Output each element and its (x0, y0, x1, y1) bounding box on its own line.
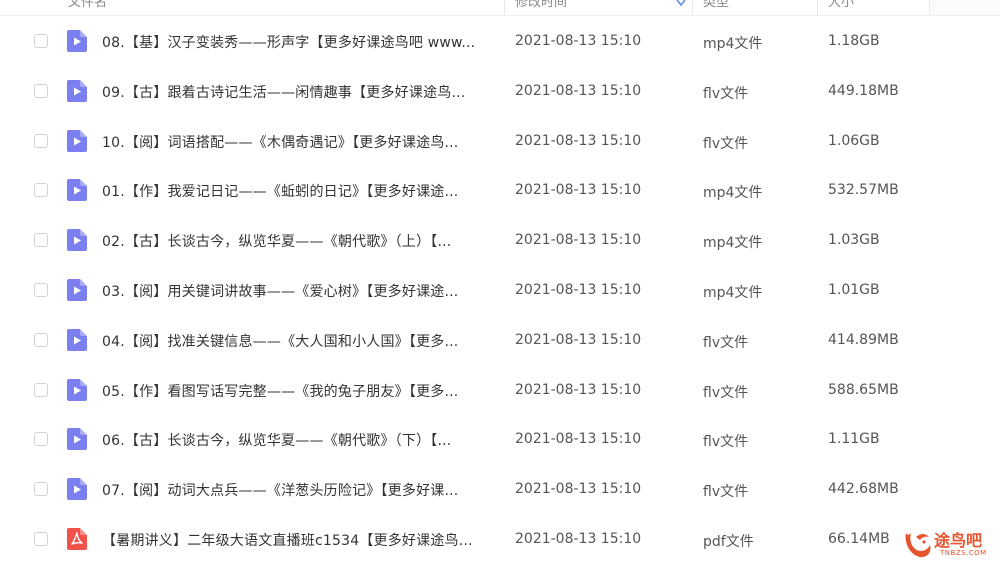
file-size: 442.68MB (828, 481, 899, 498)
row-checkbox[interactable] (34, 233, 48, 248)
header-right-fill (930, 0, 1000, 15)
file-size: 1.03GB (828, 232, 880, 249)
file-modified-time: 2021-08-13 15:10 (515, 331, 642, 348)
file-type: flv文件 (703, 334, 749, 351)
file-type: mp4文件 (703, 36, 763, 52)
row-checkbox[interactable] (34, 382, 48, 397)
row-checkbox[interactable] (34, 133, 48, 148)
file-size: 449.18MB (828, 82, 899, 99)
column-separator (692, 0, 693, 15)
table-row[interactable]: 06.【古】长谈古今，纵览华夏——《朝代歌》（下）【... 2021-08-13 … (0, 415, 1000, 465)
row-checkbox[interactable] (34, 83, 48, 98)
file-list-header: 文件名 修改时间 类型 大小 (0, 0, 1000, 16)
file-name[interactable]: 04.【阅】找准关键信息——《大人国和小人国》【更多... (102, 331, 492, 351)
file-modified-time: 2021-08-13 15:10 (515, 232, 642, 249)
file-list: 08.【基】汉子变装秀——形声字【更多好课途鸟吧 www... 2021-08-1… (0, 17, 1000, 565)
file-name[interactable]: 06.【古】长谈古今，纵览华夏——《朝代歌》（下）【... (102, 430, 492, 450)
file-type: pdf文件 (703, 533, 754, 550)
video-file-icon (67, 30, 87, 52)
file-type: mp4文件 (703, 185, 763, 202)
file-name[interactable]: 01.【作】我爱记日记——《蚯蚓的日记》【更多好课途... (102, 181, 492, 201)
table-row[interactable]: 01.【作】我爱记日记——《蚯蚓的日记》【更多好课途... 2021-08-13 … (0, 166, 1000, 216)
watermark-subtext: TNBZS.COM (940, 549, 987, 557)
table-row[interactable]: 03.【阅】用关键词讲故事——《爱心树》【更多好课途... 2021-08-13 … (0, 266, 1000, 316)
file-modified-time: 2021-08-13 15:10 (515, 530, 642, 547)
file-modified-time: 2021-08-13 15:10 (515, 132, 642, 149)
file-size: 414.89MB (828, 331, 899, 348)
file-name[interactable]: 【暑期讲义】二年级大语文直播班c1534【更多好课途鸟... (102, 530, 492, 550)
file-size: 1.11GB (828, 431, 880, 448)
file-name[interactable]: 03.【阅】用关键词讲故事——《爱心树》【更多好课途... (102, 281, 492, 301)
row-checkbox[interactable] (34, 531, 48, 546)
file-type: flv文件 (703, 85, 749, 102)
file-modified-time: 2021-08-13 15:10 (515, 82, 642, 99)
video-file-icon (67, 428, 87, 451)
video-file-icon (67, 378, 87, 401)
watermark-text: 途鸟吧 (934, 531, 983, 550)
video-file-icon (67, 79, 87, 102)
file-modified-time: 2021-08-13 15:10 (515, 281, 642, 298)
file-size: 66.14MB (828, 530, 890, 547)
column-separator (817, 0, 818, 15)
column-header-type[interactable]: 类型 (703, 0, 729, 10)
file-type: flv文件 (703, 384, 749, 401)
video-file-icon (67, 328, 87, 351)
row-checkbox[interactable] (34, 482, 48, 497)
file-size: 1.06GB (828, 132, 880, 149)
table-row[interactable]: 05.【作】看图写话写完整——《我的兔子朋友》【更多... 2021-08-13 … (0, 366, 1000, 416)
file-type: mp4文件 (703, 235, 763, 252)
column-separator (504, 0, 505, 15)
file-modified-time: 2021-08-13 15:10 (515, 431, 642, 448)
table-row[interactable]: 02.【古】长谈古今，纵览华夏——《朝代歌》（上）【... 2021-08-13 … (0, 216, 1000, 266)
sort-down-icon[interactable] (676, 0, 686, 8)
file-size: 532.57MB (828, 182, 899, 199)
row-checkbox[interactable] (34, 282, 48, 297)
file-type: flv文件 (703, 484, 749, 501)
pdf-file-icon (67, 527, 87, 550)
video-file-icon (67, 129, 87, 152)
column-header-size[interactable]: 大小 (828, 0, 854, 10)
column-header-name[interactable]: 文件名 (68, 0, 107, 10)
column-header-time[interactable]: 修改时间 (515, 0, 567, 10)
row-checkbox[interactable] (34, 183, 48, 198)
row-checkbox[interactable] (34, 432, 48, 447)
file-name[interactable]: 02.【古】长谈古今，纵览华夏——《朝代歌》（上）【... (102, 231, 492, 251)
row-checkbox[interactable] (34, 34, 48, 48)
file-name[interactable]: 08.【基】汉子变装秀——形声字【更多好课途鸟吧 www... (102, 32, 492, 52)
file-type: flv文件 (703, 135, 749, 152)
file-name[interactable]: 09.【古】跟着古诗记生活——闲情趣事【更多好课途鸟... (102, 82, 492, 102)
site-watermark: 途鸟吧 TNBZS.COM (902, 525, 994, 565)
file-modified-time: 2021-08-13 15:10 (515, 481, 642, 498)
table-row[interactable]: 09.【古】跟着古诗记生活——闲情趣事【更多好课途鸟... 2021-08-13 … (0, 67, 1000, 117)
table-row[interactable]: 07.【阅】动词大点兵——《洋葱头历险记》【更多好课... 2021-08-13 … (0, 465, 1000, 515)
file-name[interactable]: 07.【阅】动词大点兵——《洋葱头历险记》【更多好课... (102, 480, 492, 500)
table-row[interactable]: 【暑期讲义】二年级大语文直播班c1534【更多好课途鸟... 2021-08-13… (0, 515, 1000, 565)
file-type: flv文件 (703, 434, 749, 451)
table-row[interactable]: 10.【阅】词语搭配——《木偶奇遇记》【更多好课途鸟... 2021-08-13 … (0, 117, 1000, 167)
video-file-icon (67, 278, 87, 301)
video-file-icon (67, 229, 87, 252)
table-row[interactable]: 04.【阅】找准关键信息——《大人国和小人国》【更多... 2021-08-13 … (0, 316, 1000, 366)
file-size: 588.65MB (828, 381, 899, 398)
row-checkbox[interactable] (34, 332, 48, 347)
file-modified-time: 2021-08-13 15:10 (515, 381, 642, 398)
file-modified-time: 2021-08-13 15:10 (515, 182, 642, 199)
file-size: 1.18GB (828, 33, 880, 49)
bird-logo-icon (905, 533, 931, 558)
file-modified-time: 2021-08-13 15:10 (515, 33, 642, 49)
file-size: 1.01GB (828, 281, 880, 298)
file-type: mp4文件 (703, 284, 763, 301)
video-file-icon (67, 478, 87, 501)
file-name[interactable]: 05.【作】看图写话写完整——《我的兔子朋友》【更多... (102, 381, 492, 401)
file-name[interactable]: 10.【阅】词语搭配——《木偶奇遇记》【更多好课途鸟... (102, 132, 492, 152)
table-row[interactable]: 08.【基】汉子变装秀——形声字【更多好课途鸟吧 www... 2021-08-1… (0, 17, 1000, 67)
video-file-icon (67, 179, 87, 202)
